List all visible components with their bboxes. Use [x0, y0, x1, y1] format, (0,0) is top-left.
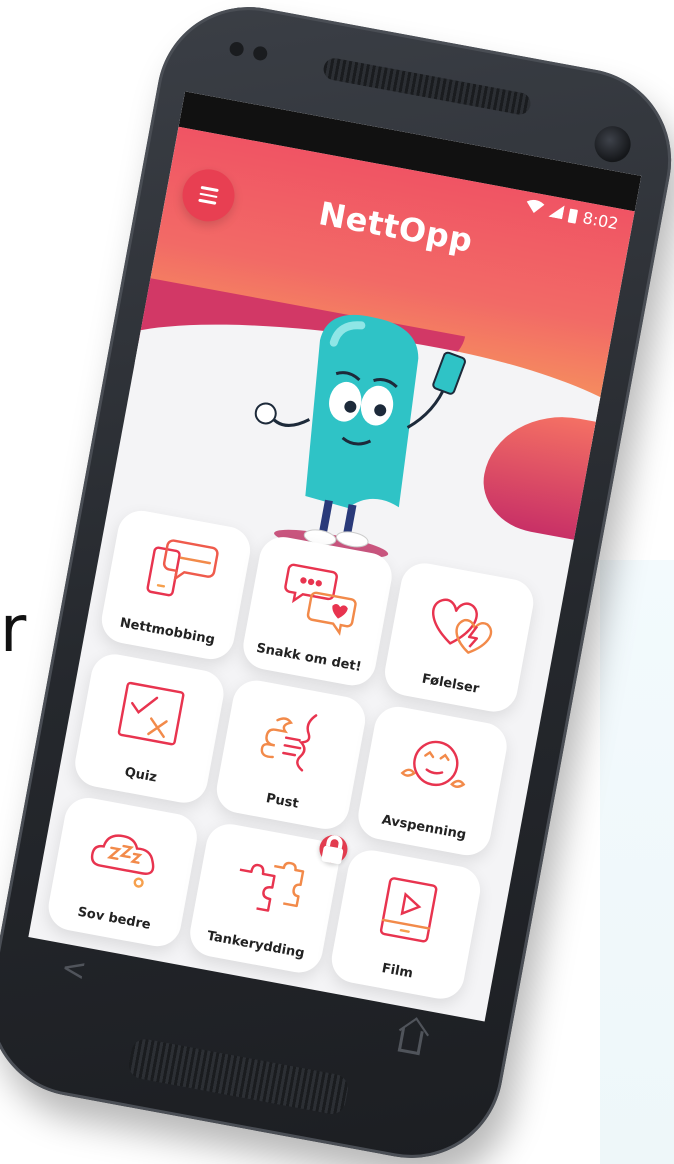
tile-nettmobbing[interactable]: Nettmobbing: [97, 506, 255, 664]
phone-chat-icon: [146, 539, 219, 597]
feature-grid: Nettmobbing Snakk om det! Følelser Quiz …: [44, 506, 551, 1005]
phone-frame: 8:02 NettOpp Nettmobbing Snakk om det! F…: [0, 0, 674, 1164]
bottom-speaker-grille: [126, 1036, 351, 1117]
tile-sov-bedre[interactable]: Sov bedre: [44, 793, 201, 951]
puzzle-icon: [239, 861, 305, 912]
tile-label: Tankerydding: [205, 928, 306, 962]
tile-film[interactable]: Film: [327, 846, 485, 1003]
nav-home-icon[interactable]: [397, 1027, 424, 1056]
background-text-fragment: r: [0, 593, 27, 667]
app-screen: 8:02 NettOpp Nettmobbing Snakk om det! F…: [28, 91, 642, 1022]
video-icon: [379, 877, 438, 943]
speech-bubbles-icon: [284, 563, 357, 636]
tile-label: Snakk om det!: [255, 640, 363, 675]
tile-label: Sov bedre: [76, 904, 152, 933]
front-camera-icon: [591, 123, 634, 166]
quiz-check-icon: [117, 681, 185, 746]
tile-snakk-om-det[interactable]: Snakk om det!: [239, 533, 396, 690]
nav-back-icon[interactable]: <: [58, 950, 89, 989]
tile-quiz[interactable]: Quiz: [71, 650, 228, 807]
breath-icon: [260, 714, 318, 772]
background-panel: [600, 560, 674, 1164]
tile-folelser[interactable]: Følelser: [381, 559, 538, 716]
tile-avspenning[interactable]: Avspenning: [354, 702, 511, 860]
battery-icon: [567, 208, 579, 224]
sensor-dots: [228, 40, 269, 62]
tile-label: Avspenning: [380, 812, 468, 843]
tile-label: Film: [380, 961, 415, 982]
top-speaker-grille: [321, 56, 533, 117]
relax-face-icon: [400, 740, 466, 788]
signal-icon: [548, 202, 565, 223]
tile-pust[interactable]: Pust: [212, 676, 370, 833]
lock-icon: [317, 832, 350, 866]
tile-label: Quiz: [123, 764, 158, 786]
tile-label: Følelser: [420, 671, 481, 697]
wifi-icon: [524, 198, 545, 219]
tile-label: Nettmobbing: [118, 615, 216, 648]
hearts-icon: [432, 598, 493, 654]
sleep-cloud-icon: [90, 834, 155, 888]
tile-tankerydding[interactable]: Tankerydding: [186, 820, 350, 977]
